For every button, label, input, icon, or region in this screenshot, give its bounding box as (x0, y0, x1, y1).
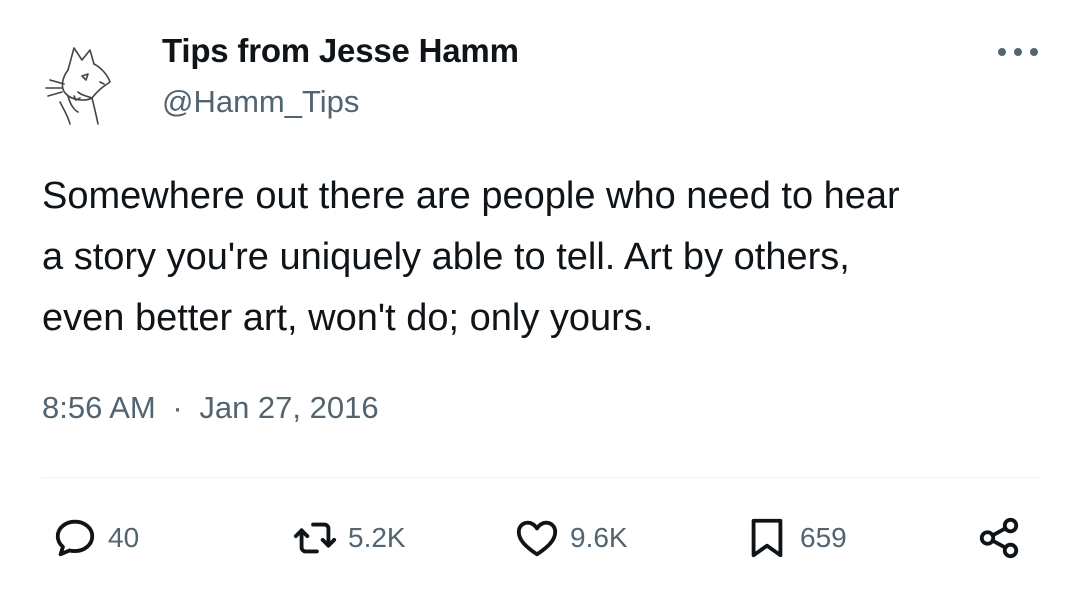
like-button[interactable]: 9.6K (514, 508, 628, 568)
tweet-text-line: Somewhere out there are people who need … (42, 175, 900, 217)
reply-button[interactable]: 40 (52, 508, 139, 568)
tweet-card: Tips from Jesse Hamm @Hamm_Tips Somewher… (0, 0, 1080, 604)
tweet-text-line: even better art, won't do; only yours. (42, 297, 654, 339)
retweet-count: 5.2K (348, 522, 406, 553)
retweet-button[interactable]: 5.2K (292, 508, 406, 568)
more-dots-icon (998, 48, 1038, 56)
tweet-text-line: a story you're uniquely able to tell. Ar… (42, 236, 850, 278)
bookmark-count: 659 (800, 522, 847, 553)
divider (42, 477, 1042, 478)
meta-separator: · (172, 390, 183, 425)
bookmark-icon (751, 518, 783, 558)
cat-sketch-avatar-icon (45, 47, 111, 125)
share-button[interactable] (976, 508, 1022, 568)
tweet-time: 8:56 AM (42, 390, 156, 425)
retweet-icon (293, 522, 337, 554)
avatar[interactable] (38, 30, 134, 126)
like-count: 9.6K (570, 522, 628, 553)
reply-count: 40 (108, 522, 140, 553)
heart-icon (516, 520, 558, 557)
share-icon (979, 517, 1019, 559)
author-handle[interactable]: @Hamm_Tips (162, 84, 359, 120)
tweet-date: Jan 27, 2016 (199, 390, 379, 425)
author-display-name[interactable]: Tips from Jesse Hamm (162, 32, 519, 70)
more-options-button[interactable] (990, 30, 1046, 74)
reply-icon (55, 519, 95, 557)
bookmark-button[interactable]: 659 (744, 508, 847, 568)
tweet-timestamp[interactable]: 8:56 AM · Jan 27, 2016 (42, 390, 379, 426)
tweet-text: Somewhere out there are people who need … (42, 166, 1042, 349)
